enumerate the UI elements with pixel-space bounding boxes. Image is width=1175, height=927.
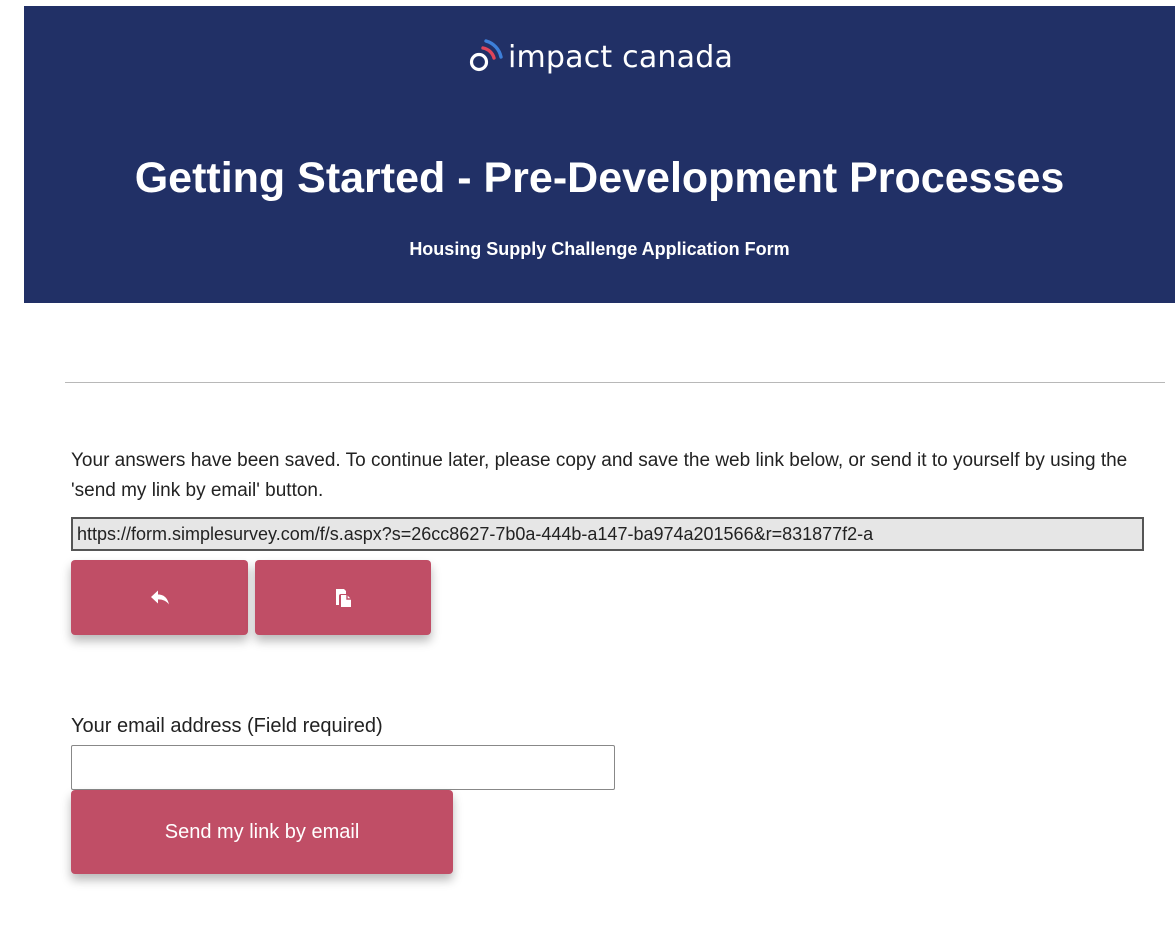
email-label: Your email address (Field required) [71,715,383,737]
reply-arrow-icon [150,590,169,604]
email-input[interactable] [71,745,615,790]
page-title: Getting Started - Pre-Development Proces… [134,154,1065,202]
back-button[interactable] [71,560,248,635]
logo-text: impact canada [507,39,734,75]
copy-link-button[interactable] [255,560,431,635]
resume-link-field[interactable] [71,517,1144,551]
page-subtitle: Housing Supply Challenge Application For… [409,239,790,259]
section-divider [65,382,1165,383]
copy-clipboard-icon [336,588,351,607]
logo-signal-icon [469,39,503,72]
impact-canada-logo: impact canada [24,36,1175,76]
saved-message: Your answers have been saved. To continu… [71,450,1128,501]
page-header: impact canada Getting Started - Pre-Deve… [24,6,1175,303]
send-link-button[interactable]: Send my link by email [71,790,453,874]
